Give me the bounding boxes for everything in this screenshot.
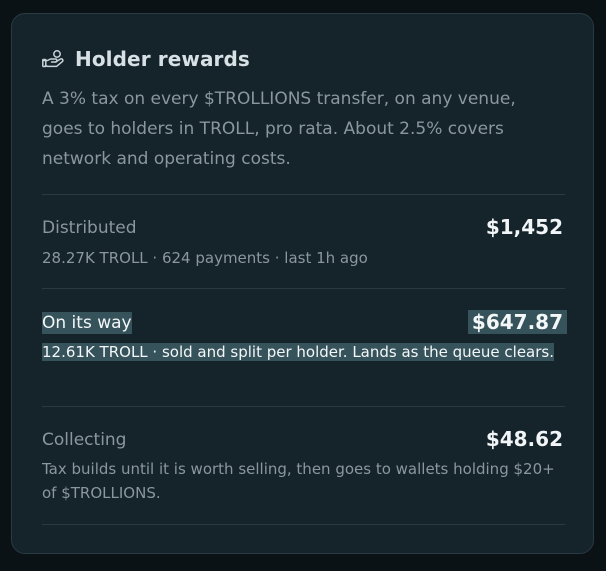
divider <box>42 288 565 289</box>
card-header: Holder rewards <box>42 47 250 71</box>
distributed-detail: 28.27K TROLL · 624 payments · last 1h ag… <box>42 249 368 267</box>
divider <box>42 524 565 525</box>
holder-rewards-card: Holder rewards A 3% tax on every $TROLLI… <box>11 13 594 554</box>
collecting-detail: Tax builds until it is worth selling, th… <box>42 460 555 502</box>
collecting-amount: $48.62 <box>485 427 563 451</box>
card-description: A 3% tax on every $TROLLIONS transfer, o… <box>42 89 516 169</box>
divider <box>42 194 565 195</box>
distributed-label: Distributed <box>42 218 137 238</box>
on-its-way-detail: 12.61K TROLL · sold and split per holder… <box>42 340 572 364</box>
on-its-way-label: On its way <box>42 312 132 334</box>
divider <box>42 406 565 407</box>
card-title: Holder rewards <box>75 47 250 71</box>
on-its-way-amount: $647.87 <box>467 310 567 334</box>
collecting-label: Collecting <box>42 430 127 450</box>
distributed-amount: $1,452 <box>485 215 563 239</box>
hand-coin-icon <box>42 49 66 69</box>
on-its-way-detail-text: 12.61K TROLL · sold and split per holder… <box>42 343 554 361</box>
